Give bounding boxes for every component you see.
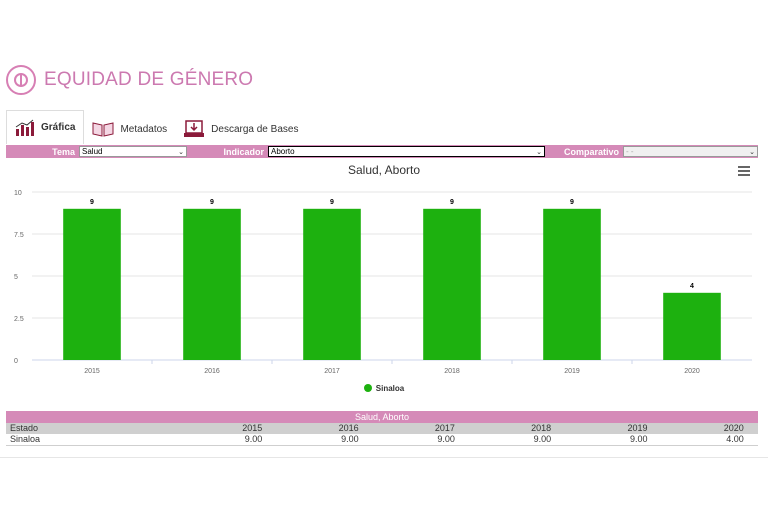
book-icon [92,121,114,137]
indicador-value: Aborto [271,147,295,156]
table-row: Sinaloa 9.00 9.00 9.00 9.00 9.00 4.00 [6,434,758,446]
table-cell: 9.00 [437,434,455,444]
chevron-down-icon: ⌄ [749,149,755,156]
y-tick-label: 5 [14,274,18,281]
comparativo-value: - - [626,147,634,156]
data-label: 9 [90,199,94,206]
bar [303,208,361,360]
chart-title: Salud, Aborto [347,163,421,177]
bar-chart: 0 2.5 5 7.5 10 9 2015 9 2016 9 2017 9 2018 9 2019 4 2020 [14,190,752,375]
table-cell: 4.00 [726,434,744,444]
chevron-down-icon: ⌄ [178,149,184,156]
comparativo-label: Comparativo [563,146,619,157]
x-tick-label: 2020 [684,368,700,375]
comparativo-select[interactable]: - - ⌄ [623,146,758,157]
tab-label: Metadatos [120,123,168,135]
y-tick-label: 7.5 [14,232,24,239]
x-tick-label: 2019 [564,368,580,375]
table-header-cell: 2015 [242,423,263,433]
table-cell: 9.00 [244,434,263,444]
x-tick-label: 2017 [324,368,340,375]
tab-bar: Gráfica Metadatos Descarga de Bases [6,110,306,144]
data-table: Salud, Aborto Estado 2015 2016 2017 2018… [6,411,758,446]
tab-label: Descarga de Bases [211,123,299,135]
tema-select[interactable]: Salud ⌄ [79,146,187,157]
table-cell: 9.00 [629,434,648,444]
table-cell: 9.00 [533,434,552,444]
table-header-cell: 2017 [434,423,455,433]
page-title: EQUIDAD DE GÉNERO [44,69,254,90]
indicador-select[interactable]: Aborto ⌄ [268,146,545,157]
tema-value: Salud [82,147,103,156]
divider [0,457,768,458]
filter-bar: Tema Salud ⌄ Indicador Aborto ⌄ Comparat… [6,145,758,158]
data-label: 9 [330,199,334,206]
tab-grafica[interactable]: Gráfica [6,110,85,144]
data-label: 9 [210,199,214,206]
page-header: EQUIDAD DE GÉNERO [6,64,253,96]
download-icon [183,120,205,138]
table-header-cell: 2019 [627,423,648,433]
bar [663,292,721,360]
table-header-cell: Estado [10,423,39,433]
data-label: 9 [450,199,454,206]
gender-equity-logo-icon [6,65,36,95]
bar-chart-icon [15,119,35,137]
legend-marker [363,384,372,392]
indicador-label: Indicador [223,146,264,157]
bar [423,208,481,360]
table-cell: Sinaloa [10,434,41,444]
bar [543,208,601,360]
chevron-down-icon: ⌄ [536,149,542,156]
x-tick-label: 2018 [444,368,460,375]
tema-label: Tema [52,146,75,157]
data-label: 9 [570,199,574,206]
table-cell: 9.00 [341,434,359,444]
table-header-cell: 2018 [531,423,552,433]
tab-label: Gráfica [41,122,76,133]
table-caption: Salud, Aborto [6,411,758,423]
x-tick-label: 2016 [204,368,220,375]
tab-metadatos[interactable]: Metadatos [84,114,175,144]
chart-legend[interactable]: Sinaloa [0,384,768,393]
legend-label: Sinaloa [375,384,405,393]
y-tick-label: 2.5 [14,316,24,323]
tab-descarga[interactable]: Descarga de Bases [175,114,306,144]
top-spacer [0,0,768,58]
bar [63,208,121,360]
y-tick-label: 10 [14,190,22,197]
data-label: 4 [690,283,694,290]
hamburger-menu-icon[interactable] [738,166,750,176]
bar [183,208,241,360]
table-header-cell: 2016 [338,423,359,433]
x-tick-label: 2015 [84,368,100,375]
y-tick-label: 0 [14,358,18,365]
table-header-cell: 2020 [723,423,744,433]
table-header-row: Estado 2015 2016 2017 2018 2019 2020 [6,423,758,434]
